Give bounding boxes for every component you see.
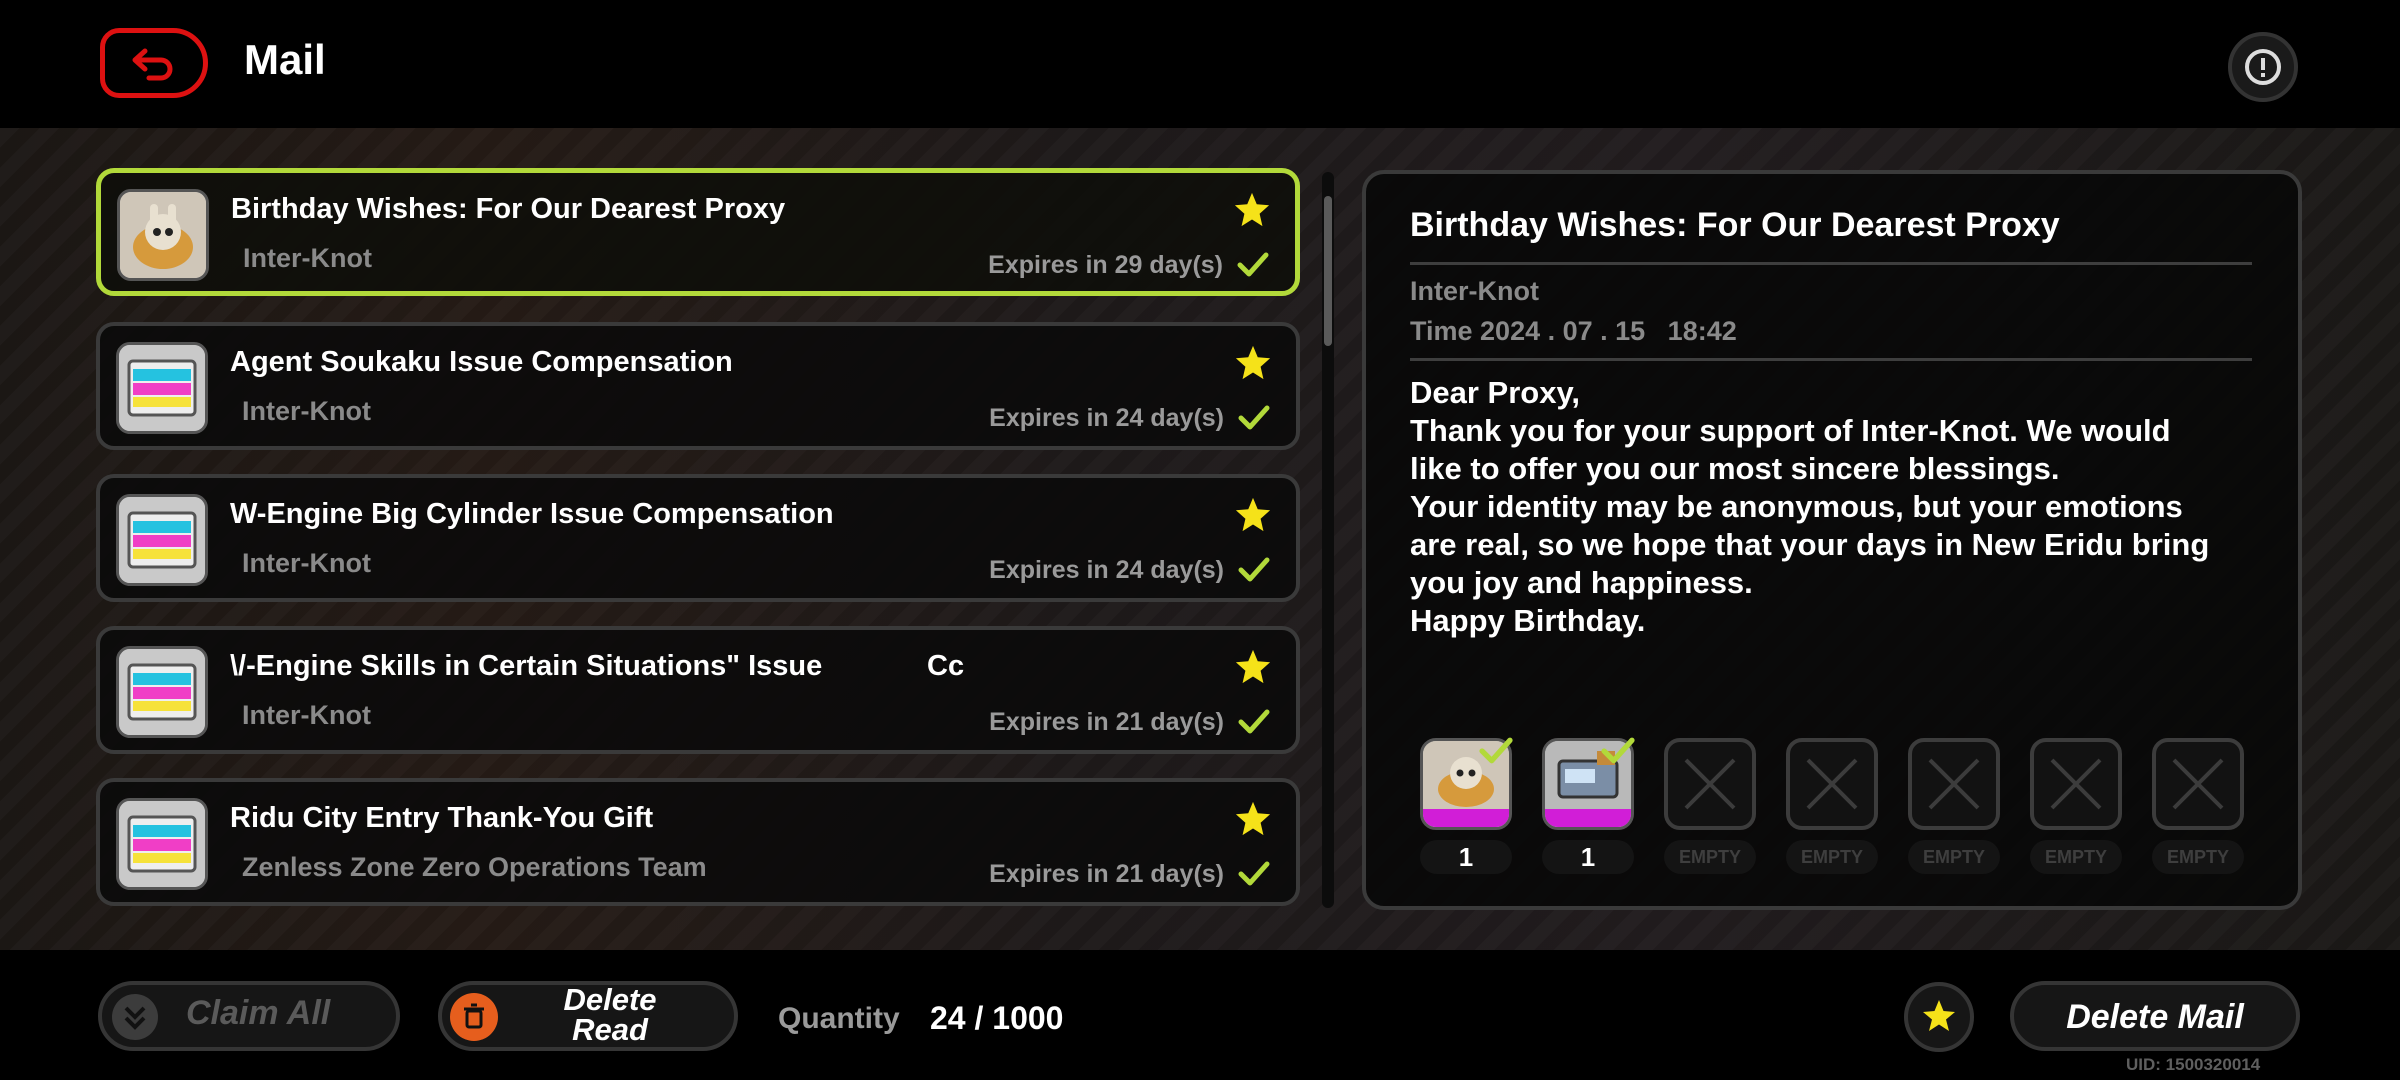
attachment-empty-label: EMPTY: [1786, 840, 1878, 874]
mail-title: Birthday Wishes: For Our Dearest Proxy: [231, 193, 786, 225]
mail-item[interactable]: \/-Engine Skills in Certain Situations" …: [96, 626, 1300, 754]
star-icon[interactable]: [1234, 344, 1272, 382]
divider: [1410, 262, 2252, 265]
help-button[interactable]: [2228, 32, 2298, 102]
detail-timestamp: Time 2024 . 07 . 15 18:42: [1410, 316, 1737, 346]
delete-read-label: Delete Read: [563, 982, 657, 1047]
download-icon: [112, 994, 158, 1040]
delete-mail-label: Delete Mail: [2066, 998, 2244, 1036]
attachment-empty-slot: [1786, 738, 1878, 830]
mail-item[interactable]: Agent Soukaku Issue Compensation Inter-K…: [96, 322, 1300, 450]
mail-sender: Inter-Knot: [242, 548, 371, 578]
uid-label: UID: 1500320014: [2126, 1055, 2261, 1074]
film-reel-icon: [116, 798, 208, 890]
star-icon: [1923, 1000, 1955, 1031]
divider: [1410, 358, 2252, 361]
attachment-empty-slot: [2030, 738, 2122, 830]
attachment-empty-slot: [2152, 738, 2244, 830]
mail-sender: Zenless Zone Zero Operations Team: [242, 852, 707, 882]
mail-title: Agent Soukaku Issue Compensation: [230, 346, 733, 378]
mail-sender: Inter-Knot: [242, 396, 371, 426]
attachment-empty-label: EMPTY: [2152, 840, 2244, 874]
mail-title: Ridu City Entry Thank-You Gift: [230, 802, 654, 834]
star-icon[interactable]: [1234, 496, 1272, 534]
trash-icon: [450, 993, 498, 1041]
detail-title: Birthday Wishes: For Our Dearest Proxy: [1410, 206, 2060, 244]
empty-slot-icon: [1806, 758, 1858, 810]
mail-item[interactable]: W-Engine Big Cylinder Issue Compensation…: [96, 474, 1300, 602]
empty-slot-icon: [2172, 758, 2224, 810]
attachment-count: 1: [1420, 840, 1512, 874]
attachment-empty-label: EMPTY: [1664, 840, 1756, 874]
rarity-bar: [1423, 809, 1509, 827]
attachment-empty-label: EMPTY: [1908, 840, 2000, 874]
empty-slot-icon: [1928, 758, 1980, 810]
quantity-label: Quantity: [778, 1002, 900, 1035]
attachment-empty-label: EMPTY: [2030, 840, 2122, 874]
attachment-empty-slot: [1664, 738, 1756, 830]
mail-item[interactable]: Birthday Wishes: For Our Dearest Proxy I…: [96, 168, 1300, 296]
scrollbar-thumb[interactable]: [1324, 196, 1332, 346]
check-icon: [1238, 405, 1270, 430]
page-title: Mail: [244, 36, 326, 83]
mail-title: \/-Engine Skills in Certain Situations" …: [230, 650, 965, 682]
quantity-value: 24 / 1000: [930, 1000, 1064, 1036]
star-icon[interactable]: [1233, 191, 1271, 229]
check-icon: [1601, 737, 1635, 764]
check-icon: [1238, 557, 1270, 582]
star-icon[interactable]: [1234, 800, 1272, 838]
film-reel-icon: [116, 646, 208, 738]
bangboo-cake-icon: [117, 189, 209, 281]
check-icon: [1479, 737, 1513, 764]
attachment-empty-slot: [1908, 738, 2000, 830]
mail-expiry: Expires in 24 day(s): [989, 556, 1224, 584]
mail-expiry: Expires in 21 day(s): [989, 860, 1224, 888]
mail-expiry: Expires in 21 day(s): [989, 708, 1224, 736]
back-button[interactable]: [100, 28, 208, 98]
exclamation-circle-icon: [2245, 49, 2281, 85]
film-reel-icon: [116, 342, 208, 434]
empty-slot-icon: [2050, 758, 2102, 810]
mail-expiry: Expires in 29 day(s): [988, 251, 1223, 279]
mail-sender: Inter-Knot: [243, 243, 372, 273]
check-icon: [1238, 709, 1270, 734]
empty-slot-icon: [1684, 758, 1736, 810]
detail-sender: Inter-Knot: [1410, 276, 1539, 306]
check-icon: [1238, 861, 1270, 886]
mail-expiry: Expires in 24 day(s): [989, 404, 1224, 432]
back-arrow-icon: [132, 48, 173, 81]
star-filter-button[interactable]: [1904, 982, 1974, 1052]
check-icon: [1237, 252, 1269, 277]
claim-all-label: Claim All: [186, 994, 331, 1032]
attachment-count: 1: [1542, 840, 1634, 874]
film-reel-icon: [116, 494, 208, 586]
rarity-bar: [1545, 809, 1631, 827]
star-icon[interactable]: [1234, 648, 1272, 686]
mail-item[interactable]: Ridu City Entry Thank-You Gift Zenless Z…: [96, 778, 1300, 906]
detail-body: Dear Proxy, Thank you for your support o…: [1410, 375, 2210, 638]
mail-title: W-Engine Big Cylinder Issue Compensation: [230, 498, 834, 530]
header-bar: [0, 0, 2400, 128]
mail-sender: Inter-Knot: [242, 700, 371, 730]
